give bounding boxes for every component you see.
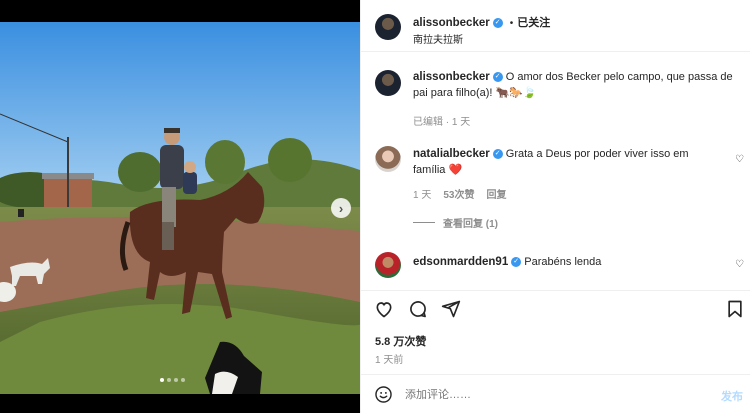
comments-area: alissonbecker ✓ O amor dos Becker pelo ca… (361, 52, 750, 290)
view-replies-label[interactable]: 查看回复 (1) (443, 215, 498, 230)
comment-like-heart-icon[interactable]: ♡ (735, 154, 745, 165)
add-comment-bar: 发布 (361, 374, 750, 413)
follow-status[interactable]: 已关注 (517, 17, 550, 29)
post-photo (0, 22, 360, 394)
post-comment-button[interactable]: 发布 (721, 388, 743, 404)
header-line: alissonbecker ✓ • 已关注 (413, 14, 550, 30)
carousel-dot (181, 378, 185, 382)
comment-text: Parabéns lenda (524, 256, 602, 268)
likes-count[interactable]: 5.8 万次赞 (375, 333, 426, 349)
chevron-right-icon: › (338, 200, 344, 216)
carousel-dot (167, 378, 171, 382)
author-username[interactable]: alissonbecker (413, 17, 490, 29)
heart-icon[interactable] (374, 299, 394, 319)
carousel-dot (174, 378, 178, 382)
comment-like-heart-icon[interactable]: ♡ (735, 259, 745, 270)
comment-icon[interactable] (408, 299, 428, 319)
separator-dot: • (509, 18, 514, 29)
caption-username[interactable]: alissonbecker (413, 71, 490, 83)
comment-meta: 1 天 53次赞 回复 (413, 186, 723, 201)
avatar[interactable] (375, 146, 401, 172)
share-icon[interactable] (441, 299, 461, 319)
post-detail-panel: alissonbecker ✓ • 已关注 南拉夫拉斯 alissonbecker ✓… (360, 0, 750, 413)
comment-username[interactable]: natalialbecker (413, 148, 490, 160)
verified-icon: ✓ (492, 149, 503, 160)
bookmark-icon[interactable] (725, 299, 745, 319)
replies-line (413, 222, 435, 223)
emoji-icon[interactable] (374, 385, 393, 404)
reply-button[interactable]: 回复 (486, 186, 506, 201)
verified-icon: ✓ (492, 18, 503, 29)
post-actions: 5.8 万次赞 1 天前 (361, 290, 750, 370)
comment-input[interactable] (405, 385, 695, 405)
avatar[interactable] (375, 70, 401, 96)
comment-item: natalialbecker ✓ Grata a Deus por poder v… (413, 146, 723, 230)
view-replies[interactable]: 查看回复 (1) (413, 215, 723, 230)
comment-time: 1 天 (413, 190, 432, 201)
carousel-dot (160, 378, 164, 382)
comment-item: edsonmardden91 ✓ Parabéns lenda (413, 254, 723, 270)
carousel-dots (160, 378, 185, 382)
posted-time: 1 天前 (375, 355, 404, 366)
caption: alissonbecker ✓ O amor dos Becker pelo ca… (413, 69, 741, 128)
post-header: alissonbecker ✓ • 已关注 南拉夫拉斯 (361, 0, 750, 52)
caption-meta: 已编辑 · 1 天 (413, 117, 471, 128)
avatar[interactable] (375, 14, 401, 40)
post-media: › (0, 0, 360, 413)
verified-icon: ✓ (492, 72, 503, 83)
verified-icon: ✓ (511, 257, 522, 268)
comment-username[interactable]: edsonmardden91 (413, 256, 508, 268)
comment-likes[interactable]: 53次赞 (443, 186, 474, 201)
next-media-button[interactable]: › (331, 198, 351, 218)
post-location[interactable]: 南拉夫拉斯 (413, 31, 463, 46)
farm-horse-photo (0, 22, 360, 394)
avatar[interactable] (375, 252, 401, 278)
